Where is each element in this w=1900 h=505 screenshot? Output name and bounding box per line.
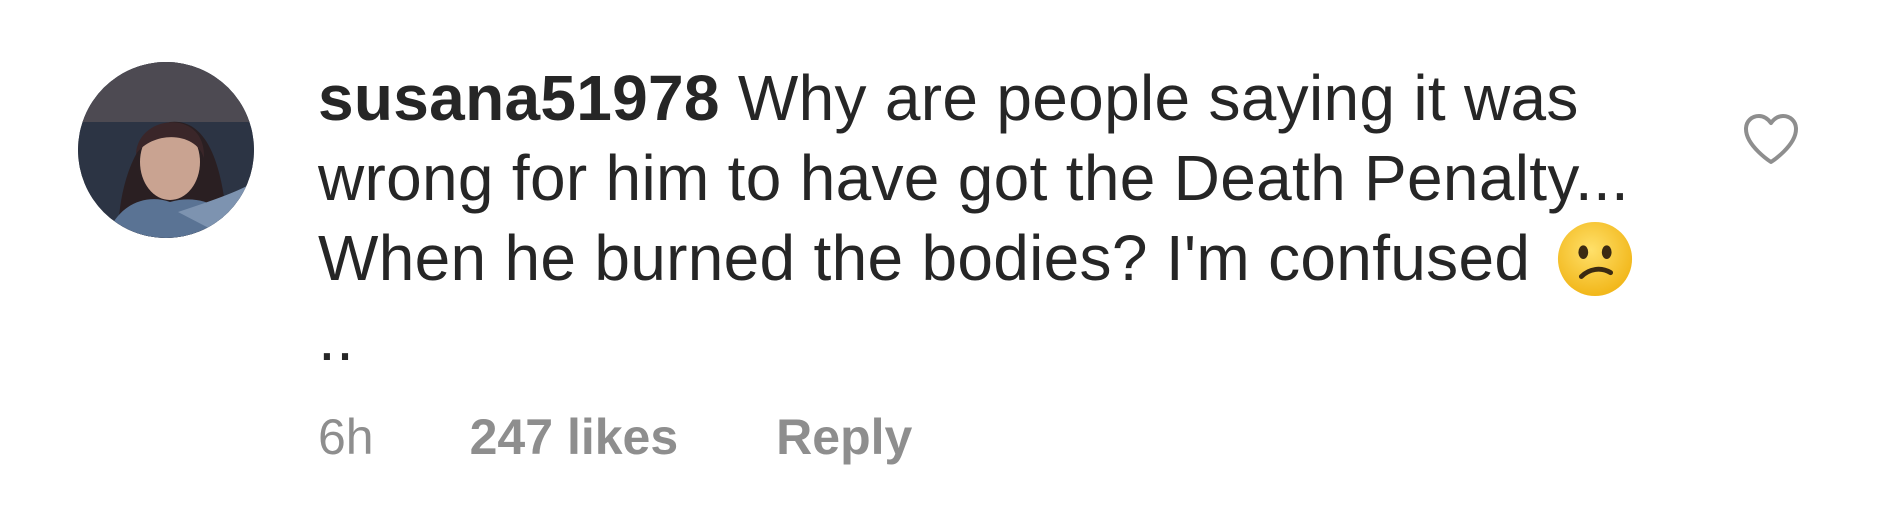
confused-face-icon (1556, 220, 1634, 298)
likes-count-button[interactable]: 247 likes (470, 409, 679, 465)
comment: susana51978 Why are people saying it was… (0, 0, 1900, 505)
comment-text: susana51978 Why are people saying it was… (318, 58, 1648, 378)
heart-outline-icon[interactable] (1742, 112, 1800, 166)
comment-username[interactable]: susana51978 (318, 62, 720, 134)
avatar[interactable] (78, 62, 254, 238)
comment-meta: 6h 247 likes Reply (318, 408, 912, 466)
avatar-photo (78, 62, 254, 238)
reply-button[interactable]: Reply (776, 409, 912, 465)
comment-timestamp: 6h (318, 409, 374, 465)
comment-body-tail: .. (318, 302, 355, 374)
